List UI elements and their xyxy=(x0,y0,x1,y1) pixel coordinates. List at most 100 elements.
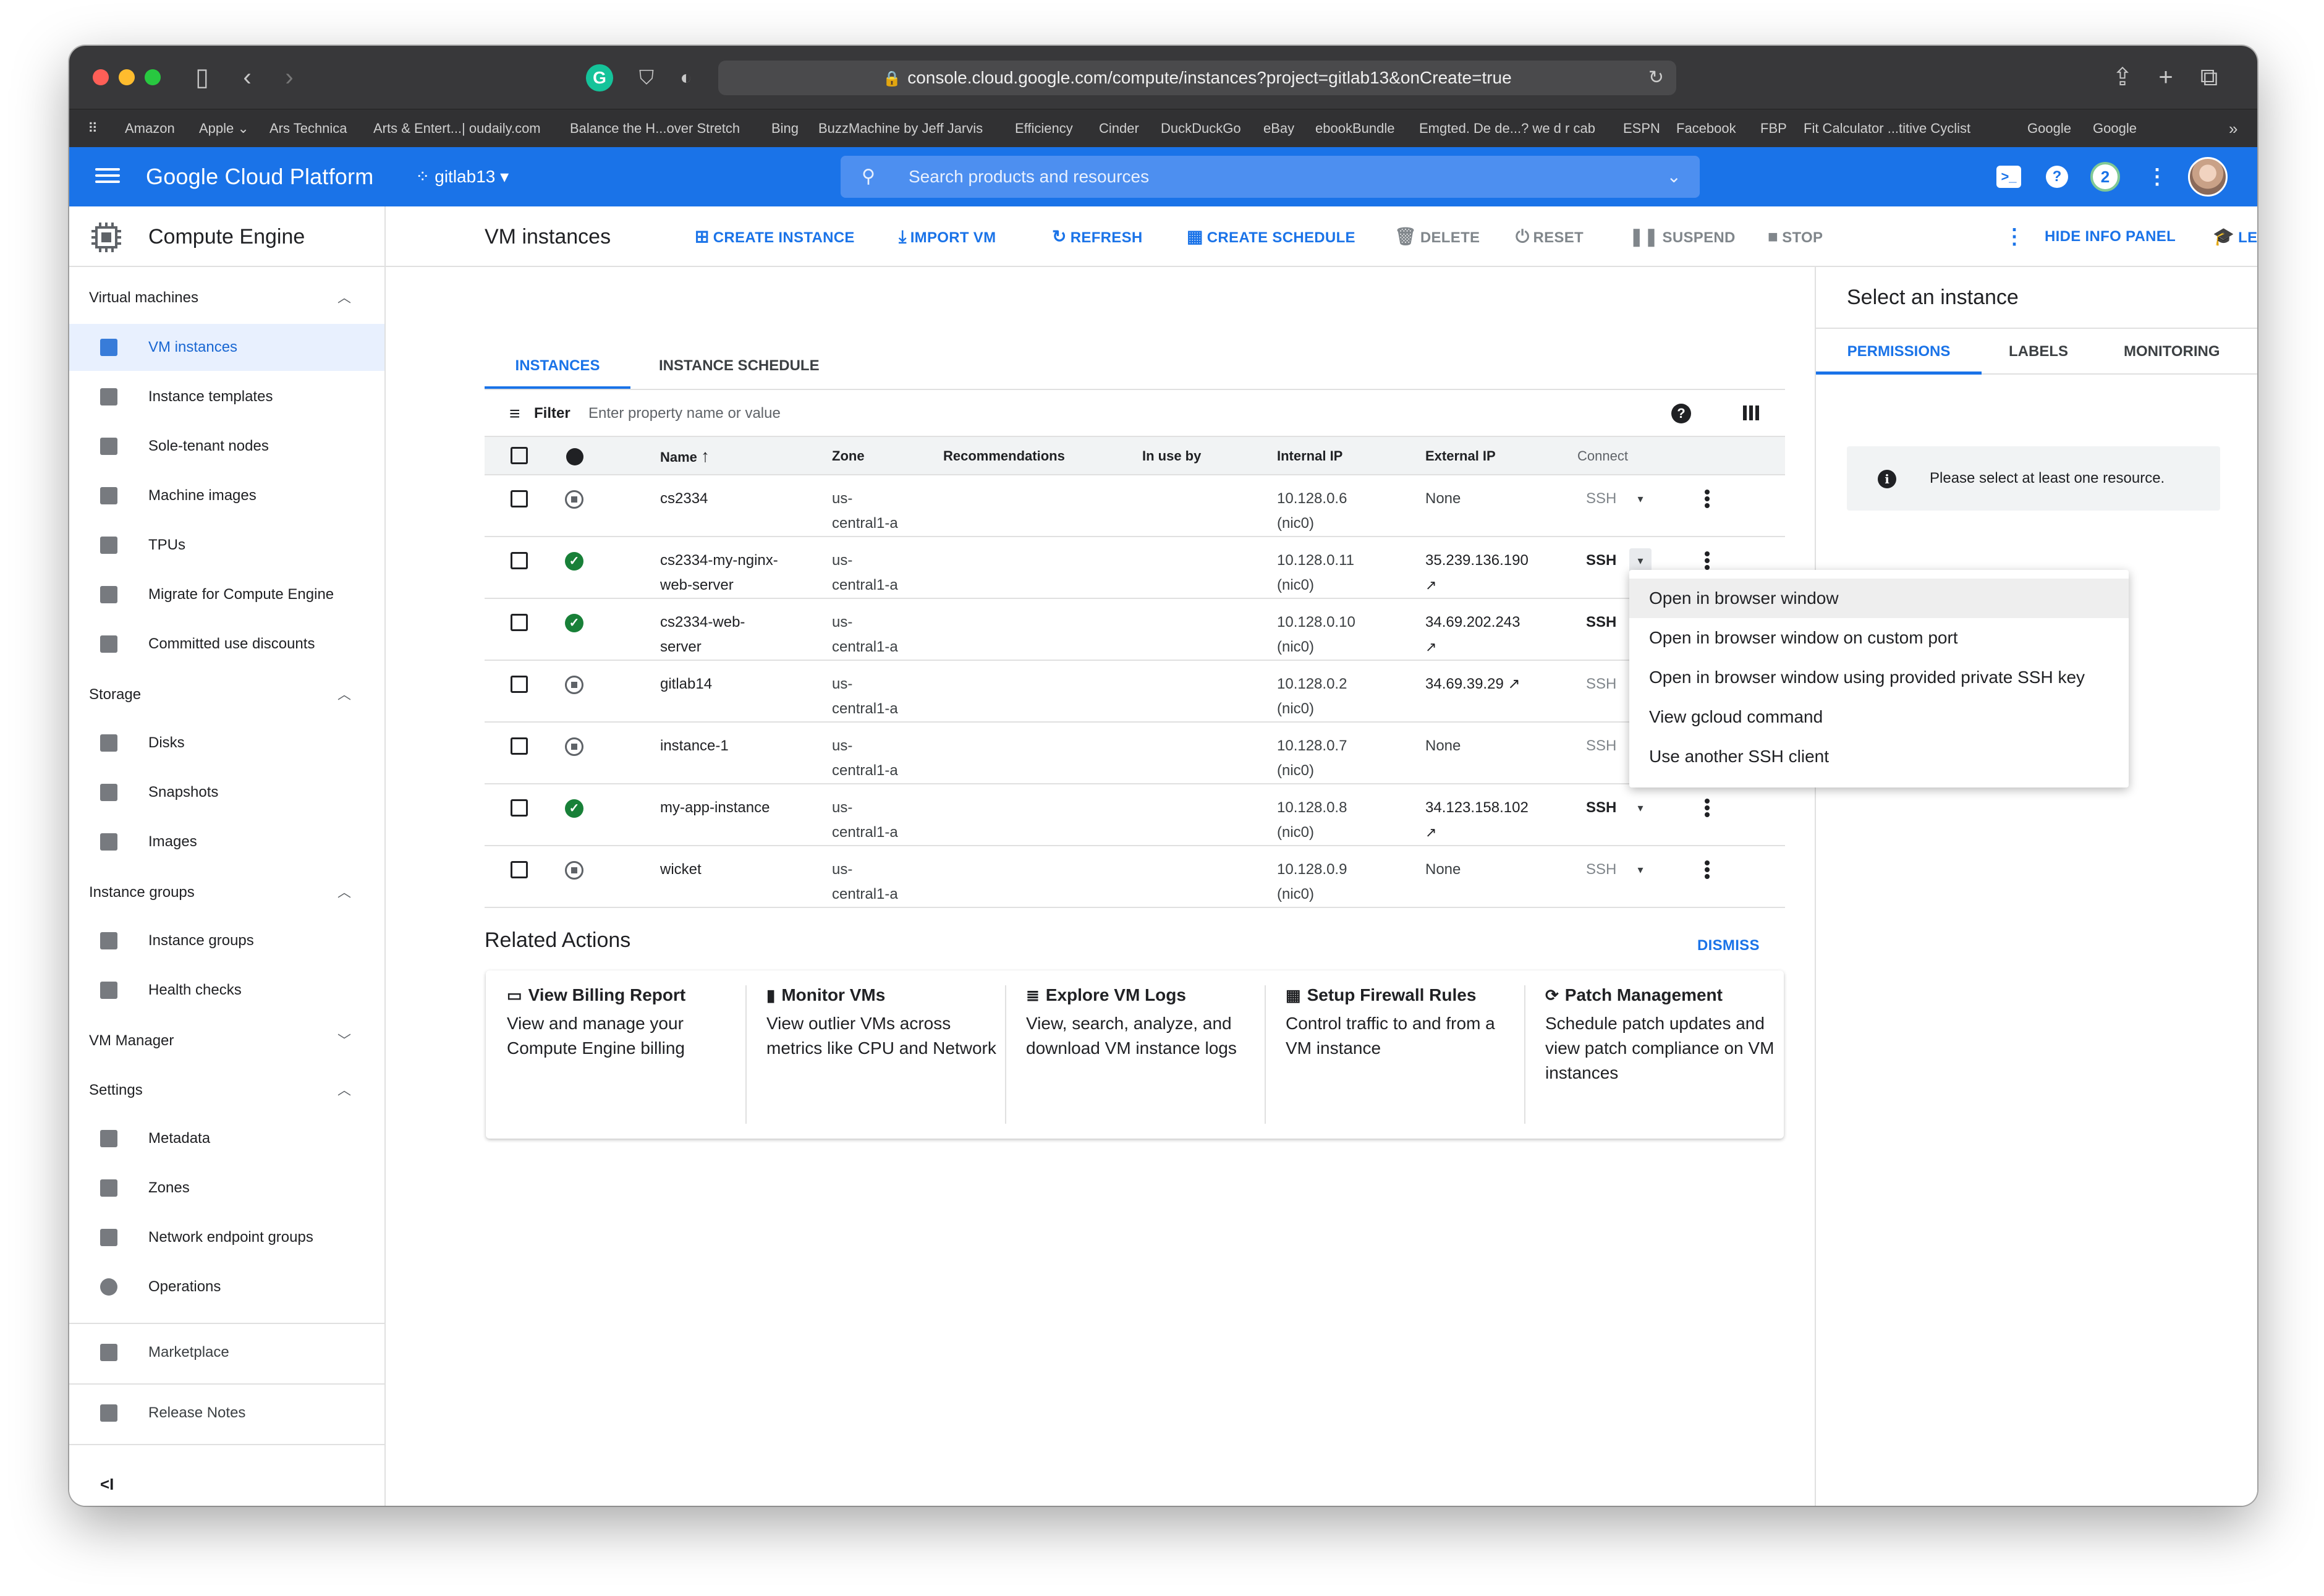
instance-name[interactable]: wicket xyxy=(660,857,702,882)
table-row[interactable]: wicket us-central1-a 10.128.0.9 (nic0) No… xyxy=(485,846,1785,908)
ssh-button[interactable]: SSH xyxy=(1586,857,1616,882)
import-vm-button[interactable]: ⤓ IMPORT VM xyxy=(899,206,996,267)
ssh-button[interactable]: SSH xyxy=(1586,672,1616,697)
close-window-button[interactable] xyxy=(93,69,109,85)
row-more-icon[interactable] xyxy=(1703,797,1711,821)
menu-item-another-client[interactable]: Use another SSH client xyxy=(1629,737,2129,776)
external-ip[interactable]: 34.123.158.102 ↗ xyxy=(1425,796,1529,845)
reset-button[interactable]: ⏻ RESET xyxy=(1516,206,1584,267)
table-row[interactable]: cs2334 us-central1-a 10.128.0.6 (nic0) No… xyxy=(485,475,1785,537)
more-vert-icon[interactable]: ⋮ xyxy=(2004,206,2025,267)
bookmark[interactable]: Cinder xyxy=(1099,109,1139,148)
row-checkbox[interactable] xyxy=(511,676,528,693)
avatar[interactable] xyxy=(2188,157,2228,197)
refresh-button[interactable]: ↻ REFRESH xyxy=(1052,206,1143,267)
dismiss-button[interactable]: DISMISS xyxy=(1697,937,1760,954)
tab-labels[interactable]: LABELS xyxy=(2009,329,2068,375)
grammarly-extension-icon[interactable]: G xyxy=(586,64,613,91)
action-explore-logs[interactable]: ≣ Explore VM Logs View, search, analyze, … xyxy=(1026,985,1261,1124)
tab-overview-icon[interactable]: ⧉ xyxy=(2195,62,2223,93)
external-ip[interactable]: 35.239.136.190 ↗ xyxy=(1425,548,1529,598)
nav-item-disks[interactable]: Disks xyxy=(69,719,384,766)
create-schedule-button[interactable]: ▦ CREATE SCHEDULE xyxy=(1187,206,1355,267)
sidebar-toggle-icon[interactable]: ▯ xyxy=(187,62,218,93)
forward-icon[interactable]: › xyxy=(277,62,302,93)
bookmark[interactable]: Google xyxy=(2093,109,2137,148)
column-header-in-use-by[interactable]: In use by xyxy=(1142,437,1201,475)
bookmark[interactable]: DuckDuckGo xyxy=(1161,109,1241,148)
ssh-dropdown-icon[interactable]: ▾ xyxy=(1629,486,1652,511)
shield-extension-icon[interactable]: ◐ xyxy=(674,62,698,93)
nav-section-vm-manager[interactable]: VM Manager ﹀ xyxy=(89,1022,373,1059)
row-checkbox[interactable] xyxy=(511,737,528,755)
nav-item-tpus[interactable]: TPUs xyxy=(69,522,384,569)
bookmark[interactable]: Ars Technica xyxy=(269,109,347,148)
nav-item-machine-images[interactable]: Machine images xyxy=(69,472,384,519)
nav-section-storage[interactable]: Storage ︿ xyxy=(89,676,373,713)
tab-instances[interactable]: INSTANCES xyxy=(485,342,630,389)
back-icon[interactable]: ‹ xyxy=(235,62,260,93)
nav-item-metadata[interactable]: Metadata xyxy=(69,1115,384,1162)
table-row[interactable]: gitlab14 us-central1-a 10.128.0.2 (nic0) … xyxy=(485,661,1785,723)
nav-section-settings[interactable]: Settings ︿ xyxy=(89,1072,373,1109)
column-header-external-ip[interactable]: External IP xyxy=(1425,437,1496,475)
nav-item-vm-instances[interactable]: VM instances xyxy=(69,324,384,371)
menu-item-open-private-key[interactable]: Open in browser window using provided pr… xyxy=(1629,658,2129,697)
bookmark[interactable]: ESPN xyxy=(1623,109,1660,148)
cloud-shell-icon[interactable]: >_ xyxy=(1996,166,2021,188)
nav-item-marketplace[interactable]: Marketplace xyxy=(69,1329,384,1376)
bitwarden-extension-icon[interactable]: ⛉ xyxy=(634,62,659,93)
action-monitor-vms[interactable]: ▮ Monitor VMs View outlier VMs across met… xyxy=(766,985,1001,1124)
bookmark[interactable]: Arts & Entert...| oudaily.com xyxy=(373,109,541,148)
ssh-button[interactable]: SSH xyxy=(1586,548,1616,573)
learn-button[interactable]: 🎓LEARN xyxy=(2213,206,2257,267)
apps-grid-icon[interactable]: ⠿ xyxy=(88,109,98,148)
nav-item-sole-tenant-nodes[interactable]: Sole-tenant nodes xyxy=(69,423,384,470)
bookmark[interactable]: Balance the H...over Stretch xyxy=(570,109,740,148)
create-instance-button[interactable]: ⊞ CREATE INSTANCE xyxy=(695,206,855,267)
brand-title[interactable]: Google Cloud Platform xyxy=(146,147,373,206)
bookmark[interactable]: eBay xyxy=(1263,109,1294,148)
ssh-dropdown-icon[interactable]: ▾ xyxy=(1629,548,1652,573)
hide-info-panel-button[interactable]: HIDE INFO PANEL xyxy=(2045,206,2176,267)
menu-item-open-custom-port[interactable]: Open in browser window on custom port xyxy=(1629,618,2129,658)
row-checkbox[interactable] xyxy=(511,552,528,569)
nav-item-zones[interactable]: Zones xyxy=(69,1165,384,1212)
nav-item-release-notes[interactable]: Release Notes xyxy=(69,1390,384,1437)
nav-item-health-checks[interactable]: Health checks xyxy=(69,967,384,1014)
bookmark[interactable]: ebookBundle xyxy=(1315,109,1394,148)
nav-item-snapshots[interactable]: Snapshots xyxy=(69,769,384,816)
bookmark[interactable]: Facebook xyxy=(1676,109,1736,148)
nav-section-instance-groups[interactable]: Instance groups ︿ xyxy=(89,874,373,911)
bookmark[interactable]: Apple ⌄ xyxy=(199,109,249,148)
new-tab-icon[interactable]: + xyxy=(2152,62,2179,93)
filter-input[interactable]: Enter property name or value xyxy=(588,390,781,437)
bookmark[interactable]: Emgted. De de...? we d r cab xyxy=(1419,109,1595,148)
instance-name[interactable]: gitlab14 xyxy=(660,672,712,697)
bookmark[interactable]: BuzzMachine by Jeff Jarvis xyxy=(818,109,983,148)
more-bookmarks-icon[interactable]: » xyxy=(2229,109,2237,148)
ssh-button[interactable]: SSH xyxy=(1586,486,1616,511)
ssh-dropdown-icon[interactable]: ▾ xyxy=(1629,796,1652,820)
zoom-window-button[interactable] xyxy=(145,69,161,85)
collapse-nav-button[interactable]: <I xyxy=(100,1475,114,1494)
row-more-icon[interactable] xyxy=(1703,488,1711,512)
search-input[interactable]: ⚲ Search products and resources ⌄ xyxy=(841,156,1700,198)
instance-name[interactable]: my-app-instance xyxy=(660,796,770,820)
external-ip[interactable]: 34.69.39.29 ↗ xyxy=(1425,672,1520,697)
instance-name[interactable]: instance-1 xyxy=(660,734,729,758)
row-checkbox[interactable] xyxy=(511,490,528,507)
notifications-icon[interactable]: 2 xyxy=(2090,162,2120,192)
table-row[interactable]: ✓ cs2334-web-server us-central1-a 10.128… xyxy=(485,599,1785,661)
row-checkbox[interactable] xyxy=(511,861,528,878)
ssh-button[interactable]: SSH xyxy=(1586,796,1616,820)
instance-name[interactable]: cs2334-my-nginx-web-server xyxy=(660,548,778,598)
nav-item-instance-groups[interactable]: Instance groups xyxy=(69,917,384,964)
nav-item-instance-templates[interactable]: Instance templates xyxy=(69,373,384,420)
external-ip[interactable]: 34.69.202.243 ↗ xyxy=(1425,610,1520,660)
column-header-internal-ip[interactable]: Internal IP xyxy=(1277,437,1342,475)
tab-permissions[interactable]: PERMISSIONS xyxy=(1816,329,1982,375)
stop-button[interactable]: ■ STOP xyxy=(1768,206,1823,267)
row-checkbox[interactable] xyxy=(511,614,528,631)
delete-button[interactable]: 🗑 DELETE xyxy=(1394,206,1480,267)
